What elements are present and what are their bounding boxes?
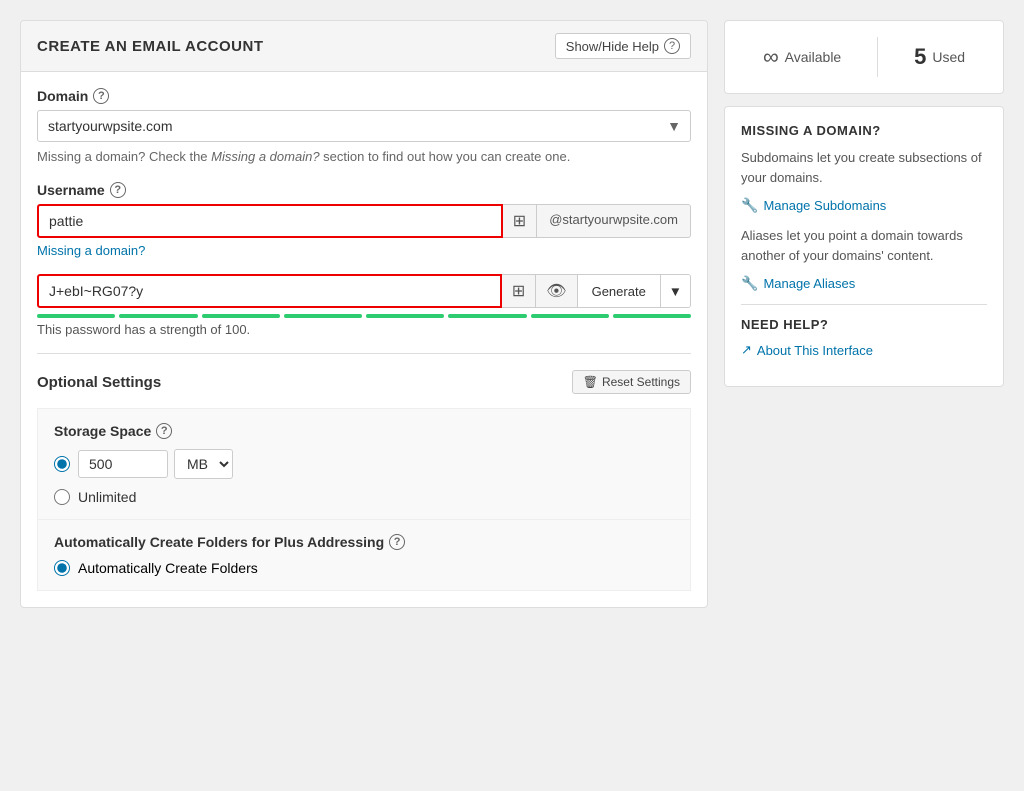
strength-bar-2 <box>119 314 197 318</box>
optional-settings-title: Optional Settings <box>37 374 161 391</box>
storage-radio-group: MB GB Unlimited <box>54 449 674 505</box>
help-icon: ? <box>664 38 680 54</box>
missing-domain-link[interactable]: Missing a domain? <box>37 243 145 258</box>
wrench-icon-2: 🔧 <box>741 275 758 292</box>
about-interface-link[interactable]: ↗ About This Interface <box>741 342 987 358</box>
panel-body: Domain ? startyourwpsite.com ▼ Missing a… <box>21 72 707 607</box>
username-help-icon[interactable]: ? <box>110 182 126 198</box>
divider <box>37 353 691 354</box>
missing-domain-text2: Aliases let you point a domain towards a… <box>741 226 987 265</box>
storage-help-icon[interactable]: ? <box>156 423 172 439</box>
optional-settings-header: Optional Settings 🗑 Reset Settings <box>37 370 691 394</box>
strength-bar-3 <box>202 314 280 318</box>
auto-folders-help-icon[interactable]: ? <box>389 534 405 550</box>
password-copy-button[interactable]: ⊞ <box>502 274 536 308</box>
username-copy-button[interactable]: ⊞ <box>503 204 537 238</box>
auto-folders-radio[interactable] <box>54 560 70 576</box>
reset-settings-button[interactable]: 🗑 Reset Settings <box>572 370 691 394</box>
missing-domain-section: MISSING A DOMAIN? Subdomains let you cre… <box>724 106 1004 387</box>
available-stat: ∞ Available <box>763 44 841 70</box>
password-row: ⊞ 👁 Generate ▼ <box>37 274 691 308</box>
storage-section: Storage Space ? MB GB <box>37 408 691 520</box>
show-hide-button[interactable]: Show/Hide Help ? <box>555 33 691 59</box>
strength-bar-1 <box>37 314 115 318</box>
stats-divider <box>877 37 878 77</box>
username-input[interactable] <box>37 204 503 238</box>
domain-field-group: Domain ? startyourwpsite.com ▼ Missing a… <box>37 88 691 166</box>
panel-title: CREATE AN EMAIL ACCOUNT <box>37 38 264 55</box>
storage-unit-select[interactable]: MB GB <box>174 449 233 479</box>
password-input[interactable] <box>37 274 502 308</box>
used-value: 5 <box>914 44 926 70</box>
wrench-icon-1: 🔧 <box>741 197 758 214</box>
domain-select-wrapper: startyourwpsite.com ▼ <box>37 110 691 142</box>
available-label: Available <box>785 49 842 65</box>
stats-card: ∞ Available 5 Used <box>724 20 1004 94</box>
strength-bar-6 <box>448 314 526 318</box>
external-link-icon: ↗ <box>741 342 752 358</box>
need-help-title: NEED HELP? <box>741 317 987 332</box>
missing-domain-title: MISSING A DOMAIN? <box>741 123 987 138</box>
password-show-button[interactable]: 👁 <box>536 274 577 308</box>
domain-select[interactable]: startyourwpsite.com <box>37 110 691 142</box>
unlimited-label: Unlimited <box>78 489 136 505</box>
username-label: Username ? <box>37 182 691 198</box>
auto-folders-section: Automatically Create Folders for Plus Ad… <box>37 520 691 591</box>
manage-subdomains-link[interactable]: 🔧 Manage Subdomains <box>741 197 987 214</box>
username-row: ⊞ @startyourwpsite.com <box>37 204 691 238</box>
trash-icon: 🗑 <box>583 375 598 389</box>
strength-bars <box>37 314 691 318</box>
generate-button[interactable]: Generate <box>578 275 660 307</box>
strength-bar-5 <box>366 314 444 318</box>
storage-limited-row: MB GB <box>54 449 674 479</box>
available-value: ∞ <box>763 44 779 70</box>
strength-bar-4 <box>284 314 362 318</box>
storage-label: Storage Space ? <box>54 423 674 439</box>
domain-help-icon[interactable]: ? <box>93 88 109 104</box>
storage-number-input[interactable] <box>78 450 168 478</box>
strength-bar-7 <box>531 314 609 318</box>
domain-label: Domain ? <box>37 88 691 104</box>
domain-suffix: @startyourwpsite.com <box>537 204 691 238</box>
password-section: ⊞ 👁 Generate ▼ This <box>37 274 691 337</box>
show-hide-label: Show/Hide Help <box>566 39 659 54</box>
auto-folders-radio-row: Automatically Create Folders <box>54 560 674 576</box>
storage-limited-radio[interactable] <box>54 456 70 472</box>
manage-aliases-link[interactable]: 🔧 Manage Aliases <box>741 275 987 292</box>
missing-domain-text1: Subdomains let you create subsections of… <box>741 148 987 187</box>
generate-btn-group: Generate ▼ <box>578 274 691 308</box>
sidebar: ∞ Available 5 Used MISSING A DOMAIN? Sub… <box>724 20 1004 608</box>
storage-unlimited-row: Unlimited <box>54 489 674 505</box>
auto-folders-option-label: Automatically Create Folders <box>78 560 258 576</box>
used-label: Used <box>932 49 965 65</box>
sidebar-divider <box>741 304 987 305</box>
panel-header: CREATE AN EMAIL ACCOUNT Show/Hide Help ? <box>21 21 707 72</box>
storage-inputs: MB GB <box>78 449 233 479</box>
domain-helper-text: Missing a domain? Check the Missing a do… <box>37 148 691 166</box>
strength-bar-8 <box>613 314 691 318</box>
strength-text: This password has a strength of 100. <box>37 322 691 337</box>
username-field-group: Username ? ⊞ @startyourwpsite.com Missin… <box>37 182 691 258</box>
storage-unlimited-radio[interactable] <box>54 489 70 505</box>
main-panel: CREATE AN EMAIL ACCOUNT Show/Hide Help ?… <box>20 20 708 608</box>
generate-dropdown-button[interactable]: ▼ <box>660 275 690 307</box>
used-stat: 5 Used <box>914 44 965 70</box>
auto-folders-title: Automatically Create Folders for Plus Ad… <box>54 534 674 550</box>
